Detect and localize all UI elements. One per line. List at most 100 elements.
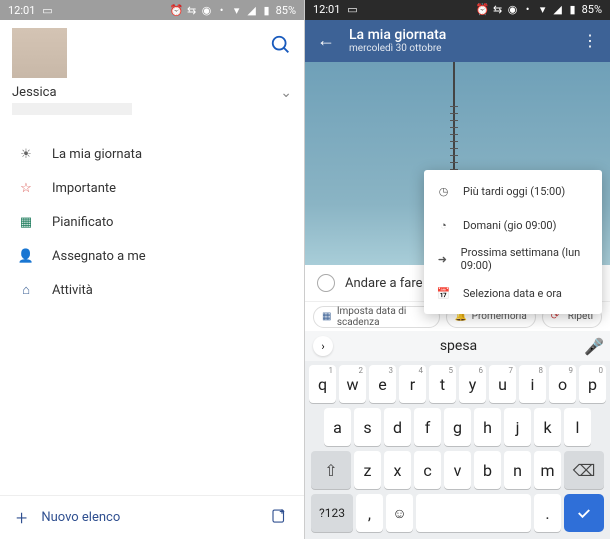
key-shift[interactable]: ⇧ xyxy=(311,451,351,489)
menu-label: Assegnato a me xyxy=(52,249,146,264)
statusbar-right: 12:01 ▭ ⏰ ⇆ ◉ • ▾ ◢ ▮ 85% xyxy=(305,0,610,20)
alarm-icon: ⏰ xyxy=(171,4,183,16)
chip-label: Imposta data di scadenza xyxy=(337,306,431,328)
key-enter[interactable] xyxy=(564,494,604,532)
key-h[interactable]: h xyxy=(474,408,501,446)
back-button[interactable]: ← xyxy=(317,30,335,51)
key-j[interactable]: j xyxy=(504,408,531,446)
mic-icon[interactable]: 🎤 xyxy=(584,337,602,356)
key-z[interactable]: z xyxy=(354,451,381,489)
plus-icon: + xyxy=(16,506,27,530)
task-checkbox[interactable] xyxy=(317,274,335,292)
add-group-button[interactable] xyxy=(270,507,288,529)
reminder-dropdown: ◷ Più tardi oggi (15:00) ◔ Domani (gio 0… xyxy=(424,170,602,314)
dot-icon: • xyxy=(216,4,228,16)
wifi-icon: ▾ xyxy=(537,4,549,16)
key-comma[interactable]: , xyxy=(356,494,383,532)
time: 12:01 xyxy=(8,4,35,17)
clock-later-icon: ◷ xyxy=(436,184,451,199)
key-symbols[interactable]: ?123 xyxy=(311,494,353,532)
page-title: La mia giornata xyxy=(349,27,568,43)
more-button[interactable]: ⋮ xyxy=(582,31,598,50)
key-t[interactable]: 5t xyxy=(429,365,456,403)
avatar[interactable] xyxy=(12,28,67,78)
key-b[interactable]: b xyxy=(474,451,501,489)
task-text[interactable]: Andare a fare la xyxy=(345,276,436,291)
key-u[interactable]: 7u xyxy=(489,365,516,403)
key-i[interactable]: 8i xyxy=(519,365,546,403)
key-d[interactable]: d xyxy=(384,408,411,446)
statusbar-left: 12:01 ▭ ⏰ ⇆ ◉ • ▾ ◢ ▮ 85% xyxy=(0,0,304,20)
home-icon: ⌂ xyxy=(18,282,34,298)
menu-tasks[interactable]: ⌂ Attività xyxy=(0,273,304,307)
key-v[interactable]: v xyxy=(444,451,471,489)
key-o[interactable]: 9o xyxy=(549,365,576,403)
keyboard: › spesa 🎤 1q2w3e4r5t6y7u8i9o0p asdfghjkl… xyxy=(305,331,610,539)
left-header xyxy=(0,20,304,85)
user-name: Jessica xyxy=(12,85,132,100)
right-phone: 12:01 ▭ ⏰ ⇆ ◉ • ▾ ◢ ▮ 85% ← La mia giorn… xyxy=(305,0,610,539)
search-button[interactable] xyxy=(270,28,292,60)
menu-assigned[interactable]: 👤 Assegnato a me xyxy=(0,239,304,273)
signal-icon: ◢ xyxy=(246,4,258,16)
key-y[interactable]: 6y xyxy=(459,365,486,403)
key-m[interactable]: m xyxy=(534,451,561,489)
dd-next-week[interactable]: ➜ Prossima settimana (lun 09:00) xyxy=(424,242,602,276)
key-f[interactable]: f xyxy=(414,408,441,446)
battery-icon: ▮ xyxy=(261,4,273,16)
key-c[interactable]: c xyxy=(414,451,441,489)
menu-planned[interactable]: ▦ Pianificato xyxy=(0,205,304,239)
key-backspace[interactable]: ⌫ xyxy=(564,451,604,489)
menu-important[interactable]: ☆ Importante xyxy=(0,171,304,205)
battery-icon: ▮ xyxy=(567,4,579,16)
dd-tomorrow[interactable]: ◔ Domani (gio 09:00) xyxy=(424,208,602,242)
key-emoji[interactable]: ☺ xyxy=(386,494,413,532)
dd-label: Prossima settimana (lun 09:00) xyxy=(461,246,590,272)
key-space[interactable] xyxy=(416,494,531,532)
key-r[interactable]: 4r xyxy=(399,365,426,403)
dd-label: Seleziona data e ora xyxy=(463,287,562,300)
key-g[interactable]: g xyxy=(444,408,471,446)
key-l[interactable]: l xyxy=(564,408,591,446)
arrow-forward-icon: ➜ xyxy=(436,252,449,267)
dd-later-today[interactable]: ◷ Più tardi oggi (15:00) xyxy=(424,174,602,208)
key-k[interactable]: k xyxy=(534,408,561,446)
right-header: ← La mia giornata mercoledì 30 ottobre ⋮ xyxy=(305,20,610,62)
chevron-down-icon: ⌄ xyxy=(280,85,292,101)
add-group-icon xyxy=(270,507,288,525)
menu-label: Importante xyxy=(52,181,116,196)
battery-text: 85% xyxy=(276,4,296,17)
menu-label: Pianificato xyxy=(52,215,113,230)
key-p[interactable]: 0p xyxy=(579,365,606,403)
time: 12:01 xyxy=(313,3,340,16)
menu-my-day[interactable]: ☀ La mia giornata xyxy=(0,137,304,171)
kb-suggestion[interactable]: spesa xyxy=(341,338,576,354)
new-list-label: Nuovo elenco xyxy=(41,510,120,525)
key-a[interactable]: a xyxy=(324,408,351,446)
chip-due-date[interactable]: ▦ Imposta data di scadenza xyxy=(313,306,440,328)
dd-label: Più tardi oggi (15:00) xyxy=(463,185,565,198)
link-icon: ⇆ xyxy=(186,4,198,16)
key-x[interactable]: x xyxy=(384,451,411,489)
key-q[interactable]: 1q xyxy=(309,365,336,403)
menu-label: La mia giornata xyxy=(52,147,142,162)
battery-text: 85% xyxy=(582,3,602,16)
search-icon xyxy=(270,34,292,56)
calendar-icon: ▦ xyxy=(18,214,34,230)
user-row[interactable]: Jessica ⌄ xyxy=(0,85,304,127)
key-e[interactable]: 3e xyxy=(369,365,396,403)
dd-pick-date[interactable]: 📅 Seleziona data e ora xyxy=(424,276,602,310)
vibrate-icon: ◉ xyxy=(201,4,213,16)
kb-expand-button[interactable]: › xyxy=(313,336,333,356)
new-list-button[interactable]: + Nuovo elenco xyxy=(16,506,120,530)
key-n[interactable]: n xyxy=(504,451,531,489)
kb-suggestion-bar: › spesa 🎤 xyxy=(305,331,610,361)
alarm-icon: ⏰ xyxy=(477,4,489,16)
link-icon: ⇆ xyxy=(492,4,504,16)
star-icon: ☆ xyxy=(18,180,34,196)
wifi-icon: ▾ xyxy=(231,4,243,16)
key-s[interactable]: s xyxy=(354,408,381,446)
key-dot[interactable]: . xyxy=(534,494,561,532)
person-icon: 👤 xyxy=(18,248,34,264)
key-w[interactable]: 2w xyxy=(339,365,366,403)
